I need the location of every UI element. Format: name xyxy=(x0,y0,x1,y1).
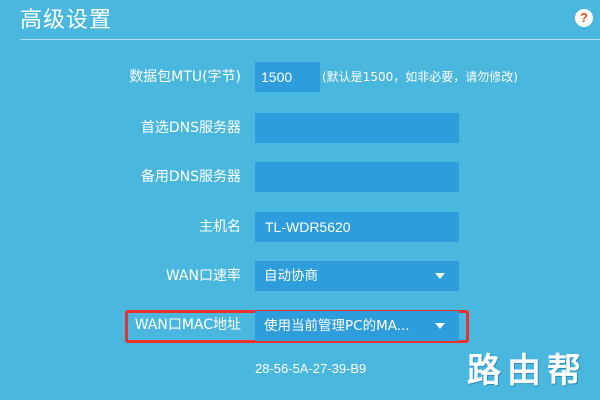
wan-mac-selected: 使用当前管理PC的MA... xyxy=(264,318,410,334)
primary-dns-input[interactable] xyxy=(255,113,459,143)
help-icon[interactable]: ? xyxy=(575,9,593,27)
mtu-hint: (默认是1500，如非必要，请勿修改) xyxy=(322,70,518,84)
secondary-dns-label: 备用DNS服务器 xyxy=(140,169,241,185)
mtu-label: 数据包MTU(字节) xyxy=(129,69,241,85)
wan-mac-select[interactable]: 使用当前管理PC的MA... xyxy=(255,311,459,341)
wan-speed-select[interactable]: 自动协商 xyxy=(255,261,459,291)
primary-dns-label: 首选DNS服务器 xyxy=(140,120,241,136)
title-divider xyxy=(20,39,600,40)
watermark-logo: 路由帮 xyxy=(467,351,587,391)
wan-mac-label: WAN口MAC地址 xyxy=(134,317,241,333)
secondary-dns-input[interactable] xyxy=(255,162,459,192)
mtu-input[interactable] xyxy=(255,62,320,92)
wan-speed-label: WAN口速率 xyxy=(165,268,241,284)
page-title: 高级设置 xyxy=(20,8,113,33)
mac-address-value: 28-56-5A-27-39-B9 xyxy=(255,361,367,376)
chevron-down-icon xyxy=(435,323,445,329)
chevron-down-icon xyxy=(435,273,445,279)
hostname-label: 主机名 xyxy=(199,219,241,235)
hostname-input[interactable] xyxy=(255,212,459,242)
wan-speed-selected: 自动协商 xyxy=(264,268,318,284)
